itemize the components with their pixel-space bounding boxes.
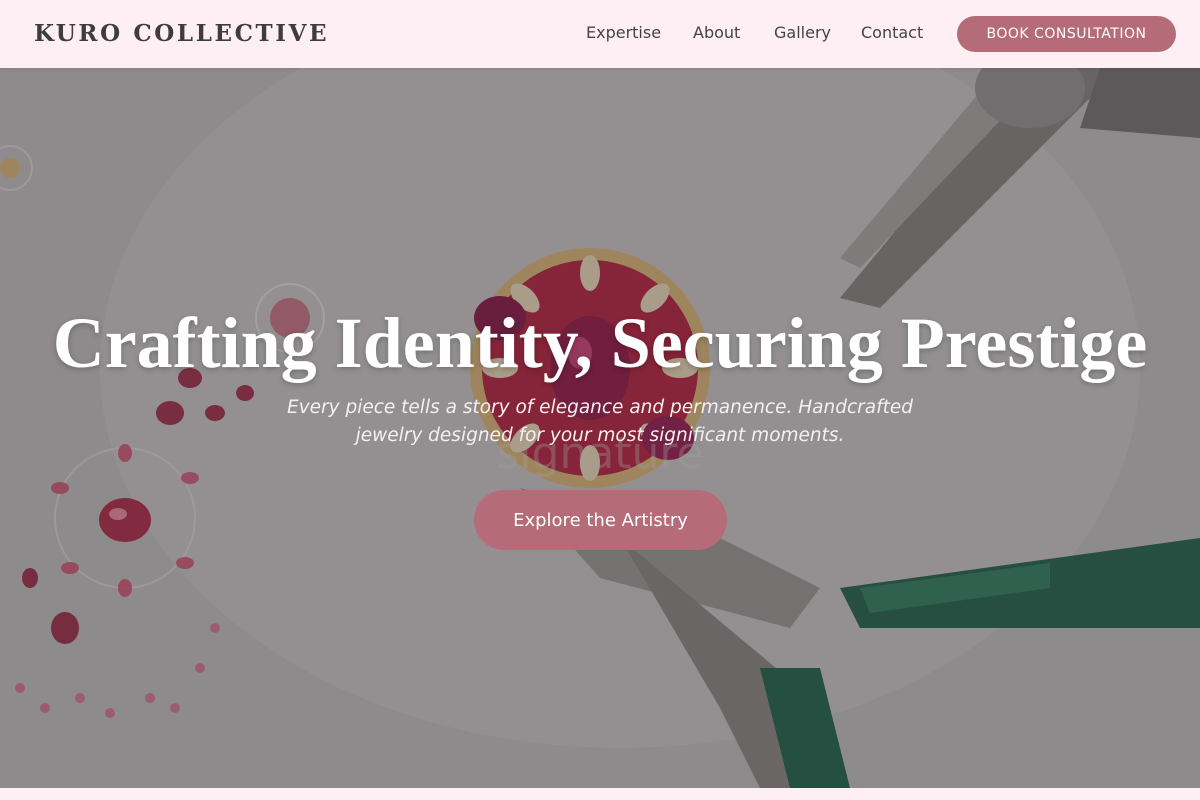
nav-link-gallery[interactable]: Gallery <box>774 23 831 42</box>
site-header: KURO COLLECTIVE Expertise About Gallery … <box>0 0 1200 68</box>
site-logo[interactable]: KURO COLLECTIVE <box>34 20 329 47</box>
hero-title: Crafting Identity, Securing Prestige <box>52 303 1148 383</box>
book-consultation-button[interactable]: BOOK CONSULTATION <box>957 16 1176 52</box>
section-divider-strip <box>0 788 1200 800</box>
explore-artistry-button[interactable]: Explore the Artistry <box>474 490 727 550</box>
hero-section: signature Crafting Identity, Securing Pr… <box>0 68 1200 788</box>
nav-link-expertise[interactable]: Expertise <box>586 23 661 42</box>
hero-subtitle: Every piece tells a story of elegance an… <box>287 397 913 446</box>
nav-link-about[interactable]: About <box>693 23 740 42</box>
nav-link-contact[interactable]: Contact <box>861 23 923 42</box>
